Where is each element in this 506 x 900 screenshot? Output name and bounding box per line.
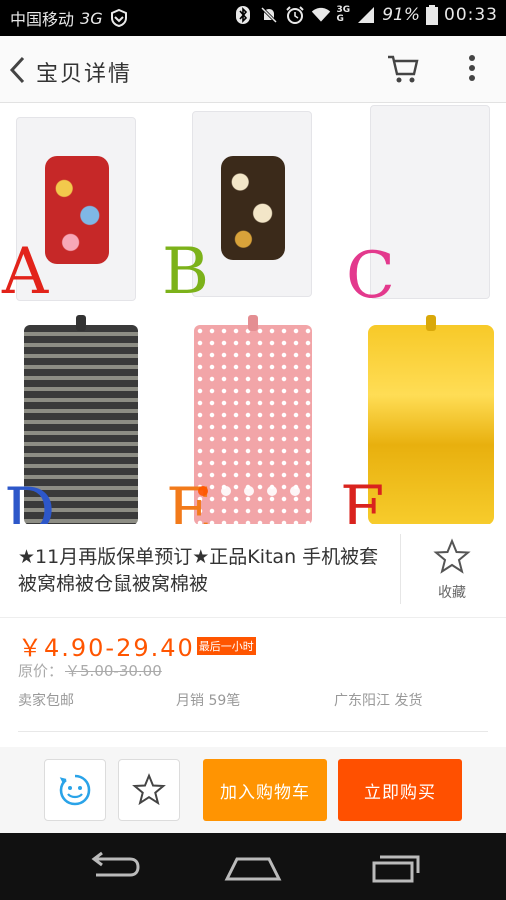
home-nav-icon[interactable] — [223, 845, 283, 889]
chat-face-icon — [59, 774, 91, 806]
original-price-label: 原价： — [18, 662, 64, 680]
option-letter-f: F — [340, 473, 385, 524]
status-left: 中国移动 3G — [10, 6, 129, 30]
network-indicator: 3G G — [336, 5, 351, 24]
back-chevron-icon[interactable] — [6, 54, 28, 86]
alarm-icon — [285, 6, 304, 24]
carousel-dot[interactable] — [198, 486, 208, 496]
divider — [400, 534, 401, 604]
cart-icon[interactable] — [386, 52, 420, 86]
shield-icon — [110, 8, 127, 28]
product-image-option-f — [368, 315, 494, 524]
system-nav-bar — [0, 833, 506, 900]
carousel-dot[interactable] — [244, 486, 254, 496]
option-letter-a: A — [2, 235, 49, 309]
product-image-option-b — [192, 111, 312, 297]
shipping-info: 卖家包邮 — [18, 693, 74, 709]
bag-tab — [76, 315, 86, 331]
battery-icon — [426, 5, 438, 25]
bag-tab — [248, 315, 258, 331]
signal-icon — [358, 7, 375, 23]
network-type-label: 3G — [80, 8, 103, 28]
option-letter-e: E — [166, 475, 213, 524]
divider — [18, 731, 488, 732]
status-right: 3G G 91% 00:33 — [233, 5, 498, 25]
floral-pattern-red — [45, 156, 109, 264]
original-price: ￥5.00-30.00 — [65, 662, 162, 680]
favorite-shop-button[interactable] — [118, 759, 180, 821]
page-title: 宝贝详情 — [36, 62, 133, 87]
mute-icon — [260, 6, 277, 24]
monthly-sales: 月销 59笔 — [176, 693, 241, 709]
carousel-indicator — [198, 486, 300, 496]
clock: 00:33 — [444, 5, 498, 25]
favorite-button[interactable]: 收藏 — [412, 538, 492, 608]
more-vertical-icon[interactable] — [460, 52, 484, 86]
star-icon — [132, 773, 166, 806]
option-letter-c: C — [346, 239, 395, 313]
status-bar: 中国移动 3G 3G G 91% 00:33 — [0, 0, 506, 36]
floral-pattern-brown — [221, 156, 285, 260]
wifi-icon — [311, 7, 330, 22]
bottom-action-bar: 加入购物车 立即购买 — [0, 747, 506, 833]
star-outline-icon — [433, 538, 471, 574]
carousel-dot[interactable] — [221, 486, 231, 496]
product-title-section: ★11月再版保单预订★正品Kitan 手机被套被窝棉被仓鼠被窝棉被 收藏 — [0, 524, 506, 618]
ship-from-location: 广东阳江 发货 — [334, 693, 423, 709]
bluetooth-icon — [235, 6, 250, 24]
add-to-cart-button[interactable]: 加入购物车 — [203, 759, 327, 821]
option-letter-b: B — [162, 235, 210, 309]
original-price-row: 原价： ￥5.00-30.00 — [18, 660, 162, 681]
back-nav-icon[interactable] — [82, 845, 142, 889]
current-price: ￥4.90-29.40 — [18, 634, 195, 662]
option-letter-d: D — [4, 475, 56, 524]
carrier-label: 中国移动 — [10, 10, 75, 29]
favorite-label: 收藏 — [438, 585, 466, 601]
carousel-dot[interactable] — [267, 486, 277, 496]
recent-apps-icon[interactable] — [364, 845, 424, 889]
carousel-dot[interactable] — [290, 486, 300, 496]
price-row: ￥4.90-29.40 最后一小时 — [18, 628, 256, 663]
app-header: 宝贝详情 — [0, 36, 506, 103]
promo-badge: 最后一小时 — [196, 636, 256, 655]
product-image-carousel[interactable]: A B C D E F — [0, 103, 506, 524]
chat-button[interactable] — [44, 759, 106, 821]
battery-percent: 91% — [382, 5, 420, 25]
buy-now-button[interactable]: 立即购买 — [338, 759, 462, 821]
product-title: ★11月再版保单预订★正品Kitan 手机被套被窝棉被仓鼠被窝棉被 — [18, 546, 379, 595]
bag-tab — [426, 315, 436, 331]
